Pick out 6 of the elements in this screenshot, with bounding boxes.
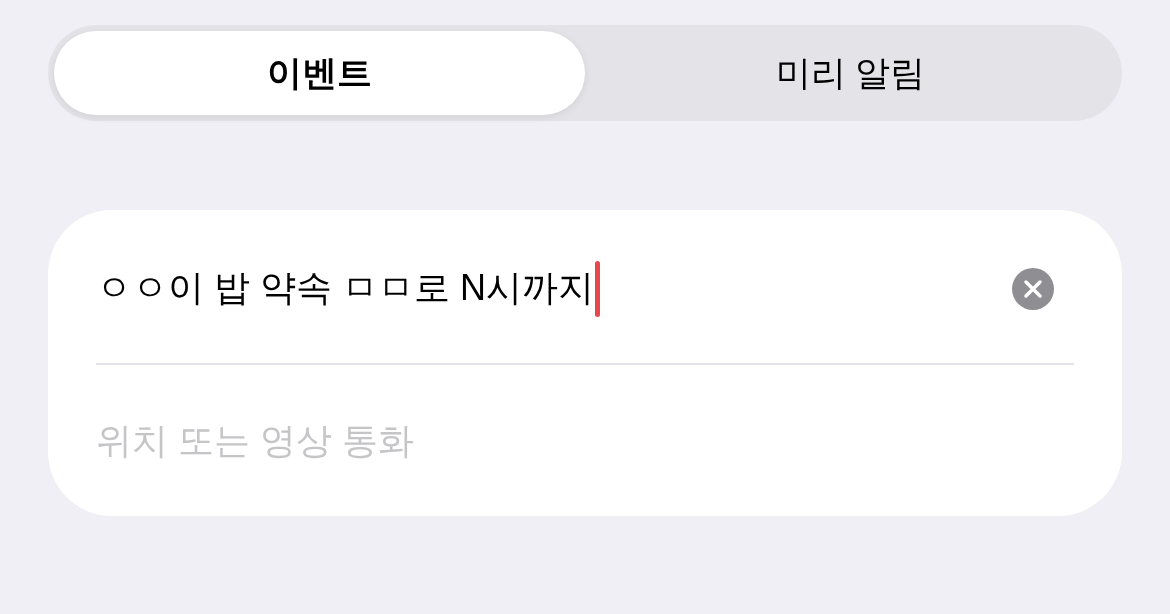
location-input[interactable]: 위치 또는 영상 통화 xyxy=(96,410,1074,471)
clear-button[interactable] xyxy=(1012,267,1054,310)
segment-tab[interactable]: 이벤트 xyxy=(54,31,585,115)
segment-tab[interactable]: 미리 알림 xyxy=(585,31,1116,115)
title-input[interactable]: ㅇㅇ이 밥 약속 ㅁㅁ로 N시까지 xyxy=(96,258,996,319)
close-icon xyxy=(1024,279,1042,298)
